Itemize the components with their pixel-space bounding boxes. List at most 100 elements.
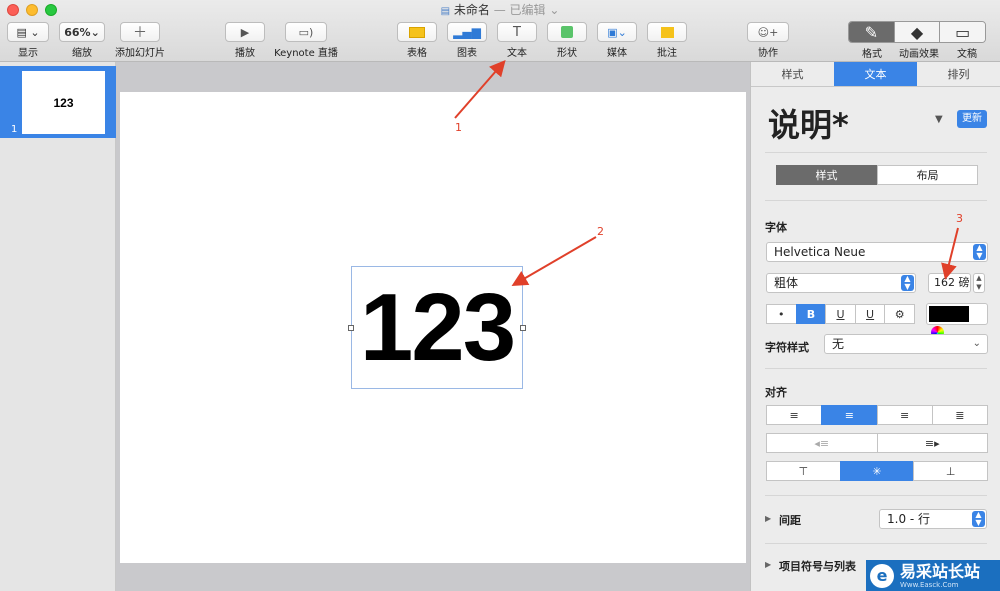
watermark-subtext: Www.Easck.Com [900, 580, 959, 589]
align-top-icon[interactable]: ⊤ [766, 461, 841, 481]
spacing-select[interactable]: 1.0 - 行 ▲ ▼ [879, 509, 987, 529]
character-style-label: 字符样式 [765, 341, 809, 354]
align-bottom-icon[interactable]: ⊥ [913, 461, 989, 481]
decrease-indent-icon[interactable]: ◂≡ [766, 433, 878, 453]
disclosure-triangle-icon[interactable]: ▶ [765, 514, 771, 523]
font-weight-select[interactable]: 粗体 ▲ ▼ [766, 273, 916, 293]
up-down-arrows-icon: ▲ ▼ [901, 275, 914, 291]
color-swatch [929, 306, 969, 322]
text-icon: T [513, 24, 521, 40]
character-style-select[interactable]: 无 ⌄ [824, 334, 988, 354]
subtab-layout[interactable]: 布局 [877, 165, 978, 185]
format-label: 格式 [862, 49, 882, 60]
comment-label: 批注 [657, 48, 677, 59]
document-tab[interactable]: ▭ [940, 22, 985, 42]
update-style-button[interactable]: 更新 [957, 110, 987, 128]
document-setup-icon: ▭ [955, 22, 971, 42]
increase-indent-icon[interactable]: ≡▸ [876, 433, 988, 453]
slide-navigator: 1 123 [0, 62, 116, 591]
align-left-icon[interactable]: ≡ [766, 405, 823, 425]
plus-icon: ＋ [133, 25, 147, 41]
tab-style[interactable]: 样式 [751, 62, 834, 86]
zoom-control[interactable]: 66% ⌄ 缩放 [58, 22, 106, 62]
selected-text-box[interactable]: 123 [348, 266, 526, 389]
tab-arrange[interactable]: 排列 [917, 62, 1000, 86]
divider [765, 368, 987, 369]
font-family-select[interactable]: Helvetica Neue ▲ ▼ [766, 242, 988, 262]
disclosure-triangle-icon[interactable]: ▶ [765, 560, 771, 569]
text-button[interactable]: T 文本 [496, 22, 538, 62]
collaborate-icon: ☺+ [757, 25, 779, 39]
sidebar-view-icon: ▤ ⌄ [16, 25, 40, 39]
align-middle-icon[interactable]: ✳ [839, 461, 915, 481]
animate-tab[interactable]: ◆ [894, 22, 941, 42]
text-options-button[interactable]: • [766, 304, 797, 324]
subtab-control: 样式 布局 [776, 165, 978, 185]
app-window: ▤ 未命名 — 已编辑 ⌄ ▤ ⌄ 显示 66% ⌄ 缩放 ＋ 添加幻灯片 ▶ 播… [0, 0, 1000, 591]
diamond-icon: ◆ [910, 22, 924, 42]
text-format-buttons: • B U U ⚙ [766, 304, 915, 324]
table-icon [409, 26, 425, 38]
slide-text[interactable]: 123 [360, 273, 516, 383]
view-button[interactable]: ▤ ⌄ 显示 [6, 22, 50, 62]
thumbnail-preview: 123 [22, 71, 105, 134]
chart-icon: ▂▄▆ [453, 25, 481, 39]
paintbrush-icon: ✎ [864, 22, 879, 42]
table-button[interactable]: 表格 [396, 22, 438, 62]
tab-text[interactable]: 文本 [834, 62, 917, 86]
chart-button[interactable]: ▂▄▆ 图表 [446, 22, 488, 62]
chart-label: 图表 [457, 48, 477, 59]
justify-icon[interactable]: ≣ [931, 405, 988, 425]
slide-number: 1 [11, 124, 18, 135]
style-dropdown-icon[interactable]: ▼ [935, 114, 943, 125]
bold-button[interactable]: B [795, 304, 827, 324]
annotation-label-1: 1 [455, 121, 462, 134]
document-label: 文稿 [957, 49, 977, 60]
title-bar: ▤ 未命名 — 已编辑 ⌄ ▤ ⌄ 显示 66% ⌄ 缩放 ＋ 添加幻灯片 ▶ 播… [0, 0, 1000, 62]
divider [765, 152, 987, 153]
subtab-style[interactable]: 样式 [776, 165, 877, 185]
collaborate-label: 协作 [758, 48, 778, 59]
play-button[interactable]: ▶ 播放 [224, 22, 266, 62]
bullets-lists-label: 项目符号与列表 [779, 560, 856, 573]
up-down-arrows-icon: ▲ ▼ [973, 244, 986, 260]
keynote-live-button[interactable]: ▭) Keynote 直播 [272, 22, 340, 62]
paragraph-style-name[interactable]: 说明* [768, 100, 849, 146]
table-label: 表格 [407, 48, 427, 59]
comment-button[interactable]: 批注 [646, 22, 688, 62]
resize-handle-right[interactable] [520, 325, 526, 331]
divider [765, 543, 987, 544]
character-style-value: 无 [832, 337, 845, 351]
shape-label: 形状 [557, 48, 577, 59]
font-size-value: 162 磅 [934, 276, 970, 289]
align-center-icon[interactable]: ≡ [821, 405, 878, 425]
inspector-switcher: ✎ ◆ ▭ [848, 21, 986, 43]
slide[interactable]: 123 [120, 92, 746, 563]
chevron-down-icon: ⌄ [90, 25, 100, 39]
shape-button[interactable]: 形状 [546, 22, 588, 62]
gear-icon[interactable]: ⚙ [884, 304, 915, 324]
alignment-section-label: 对齐 [765, 386, 787, 399]
collaborate-button[interactable]: ☺+ 协作 [746, 22, 790, 62]
font-size-field[interactable]: 162 磅 [928, 273, 971, 293]
annotation-label-2: 2 [597, 225, 604, 238]
resize-handle-left[interactable] [348, 325, 354, 331]
underline-button[interactable]: U [825, 304, 856, 324]
indent-controls: ◂≡ ≡▸ [766, 433, 988, 453]
inspector-tabs: 样式 文本 排列 [751, 62, 1000, 87]
divider [765, 495, 987, 496]
horizontal-alignment: ≡ ≡ ≡ ≣ [766, 405, 988, 425]
chevron-down-icon: ⌄ [972, 338, 981, 349]
zoom-value: 66% [64, 25, 91, 39]
text-color-well[interactable] [926, 303, 988, 339]
window-title: ▤ 未命名 — 已编辑 ⌄ [0, 1, 1000, 18]
format-tab[interactable]: ✎ [849, 22, 895, 42]
media-icon: ▣⌄ [607, 25, 627, 39]
media-button[interactable]: ▣⌄ 媒体 [596, 22, 638, 62]
strikethrough-button[interactable]: U [854, 304, 886, 324]
slide-thumbnail[interactable]: 1 123 [0, 66, 116, 138]
font-size-stepper[interactable]: ▲ ▼ [973, 273, 985, 293]
add-slide-button[interactable]: ＋ 添加幻灯片 [112, 22, 168, 62]
align-right-icon[interactable]: ≡ [876, 405, 933, 425]
document-name[interactable]: 未命名 [454, 3, 490, 17]
